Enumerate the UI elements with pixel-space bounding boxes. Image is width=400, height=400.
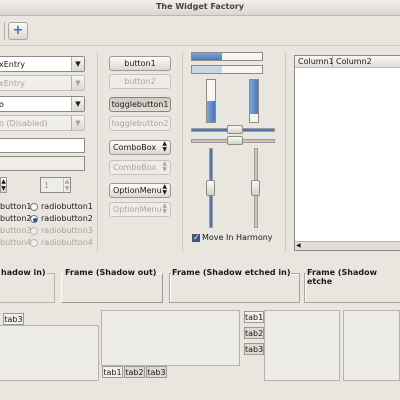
combo-box-disabled-text: o (Disabled) — [0, 119, 48, 128]
optionmenu-1[interactable]: OptionMenu ▲ ▼ — [109, 183, 171, 198]
updown-icon: ▲ ▼ — [162, 183, 167, 196]
check-label-3: button3 — [0, 226, 32, 235]
radio-label-4: radiobutton4 — [41, 238, 93, 247]
window-title: The Widget Factory — [155, 2, 245, 11]
combo-box[interactable]: o ▼ — [0, 96, 85, 112]
combo-entry-disabled: xEntry ▼ — [0, 75, 85, 91]
column-separator-2 — [182, 52, 183, 252]
column-header-2[interactable]: Column2 — [333, 56, 400, 68]
nb2-tab3[interactable]: tab3 — [146, 366, 167, 378]
checkmark-icon: ✓ — [193, 233, 200, 242]
column-separator-3 — [285, 52, 286, 252]
radio-1[interactable] — [30, 203, 38, 211]
radio-label-3: radiobutton3 — [41, 226, 93, 235]
check-label-2: button2 — [0, 214, 32, 223]
add-button[interactable]: + — [8, 22, 28, 40]
column-header-1[interactable]: Column1 — [295, 56, 334, 68]
combo-entry-text: xEntry — [0, 60, 26, 69]
vscale-1-slider[interactable] — [206, 180, 215, 196]
frame-shadow-etched-out-label: Frame (Shadow etche — [306, 268, 400, 286]
updown-icon: ▲ ▼ — [162, 160, 167, 173]
combobox-button-1-label: ComboBox — [113, 143, 157, 152]
nb1-tab3[interactable]: tab3 — [3, 313, 24, 325]
frame-shadow-out-label: Frame (Shadow out) — [64, 268, 158, 277]
column-separator-1 — [97, 52, 98, 252]
frame-shadow-etched-in-label: Frame (Shadow etched in) — [171, 268, 292, 277]
notebook-2 — [101, 310, 240, 366]
nb3-tab2[interactable]: tab2 — [244, 327, 264, 339]
harmony-label[interactable]: Move In Harmony — [202, 233, 273, 242]
nb2-tab1[interactable]: tab1 — [102, 366, 123, 378]
combo-box-text: o — [0, 100, 4, 109]
spin-button-arrows[interactable]: ▲ ▼ — [0, 177, 7, 193]
nb3-tab1[interactable]: tab1 — [244, 311, 264, 323]
hscale-1-slider[interactable] — [227, 125, 243, 134]
nb3-tab3[interactable]: tab3 — [244, 343, 264, 355]
scroll-left-icon[interactable]: ◀ — [296, 242, 301, 250]
notebook-4 — [343, 310, 400, 381]
frame-shadow-etched-in — [169, 273, 300, 303]
combo-box-disabled: o (Disabled) ▼ — [0, 115, 85, 131]
updown-icon: ▲ ▼ — [162, 202, 167, 215]
optionmenu-1-label: OptionMenu — [113, 186, 162, 195]
spin-button-disabled: 1 ▲ ▼ — [40, 177, 71, 193]
combobox-button-2: ComboBox ▲ ▼ — [109, 160, 171, 175]
hprogress-2 — [191, 65, 263, 74]
radio-2[interactable] — [30, 215, 38, 223]
notebook-3 — [264, 310, 340, 381]
radio-3 — [30, 227, 38, 235]
hprogress-1-fill — [192, 53, 223, 60]
harmony-checkbox[interactable]: ✓ — [192, 233, 200, 242]
radio-4 — [30, 239, 38, 247]
tree-view[interactable]: Column1 Column2 ◀ — [294, 55, 400, 251]
radio-label-2[interactable]: radiobutton2 — [41, 214, 93, 223]
spin-button-value: 1 — [44, 181, 50, 190]
frame-shadow-out — [61, 273, 163, 303]
vprogress-1 — [206, 79, 216, 123]
radio-label-1[interactable]: radiobutton1 — [41, 202, 93, 211]
vprogress-2 — [249, 79, 259, 123]
add-icon: + — [12, 23, 24, 38]
combo-entry-disabled-text: xEntry — [0, 79, 26, 88]
togglebutton2: togglebutton2 — [109, 116, 171, 131]
check-label-1: button1 — [0, 202, 32, 211]
button1[interactable]: button1 — [109, 56, 171, 71]
optionmenu-2-label: OptionMenu — [113, 205, 162, 214]
notebook-1 — [0, 325, 99, 381]
check-label-4: button4 — [0, 238, 32, 247]
chevron-down-icon[interactable]: ▼ — [71, 97, 84, 111]
updown-icon: ▲ ▼ — [162, 140, 167, 153]
combobox-button-2-label: ComboBox — [113, 163, 157, 172]
hscale-2-slider[interactable] — [227, 136, 243, 145]
toolbar: + — [0, 16, 400, 46]
title-bar: The Widget Factory — [0, 0, 400, 16]
hprogress-2-fill — [192, 66, 223, 73]
spin-arrows-icon: ▲ ▼ — [63, 178, 70, 192]
frame-shadow-in — [0, 273, 55, 303]
combobox-button-1[interactable]: ComboBox ▲ ▼ — [109, 140, 171, 155]
chevron-down-icon: ▼ — [71, 116, 84, 130]
hprogress-1 — [191, 52, 263, 61]
horizontal-scrollbar[interactable]: ◀ — [295, 241, 400, 250]
vprogress-1-fill — [207, 101, 215, 122]
vprogress-2-fill — [250, 80, 258, 114]
nb2-tab2[interactable]: tab2 — [124, 366, 145, 378]
chevron-down-icon[interactable]: ▼ — [71, 57, 84, 71]
toolbar-separator — [4, 22, 5, 40]
frame-shadow-in-label: hadow in) — [0, 268, 47, 277]
vscale-2-slider[interactable] — [251, 180, 260, 196]
togglebutton1[interactable]: togglebutton1 — [109, 97, 171, 112]
text-entry[interactable] — [0, 138, 85, 153]
optionmenu-2: OptionMenu ▲ ▼ — [109, 202, 171, 217]
chevron-down-icon: ▼ — [71, 76, 84, 90]
combo-entry[interactable]: xEntry ▼ — [0, 56, 85, 72]
text-entry-disabled — [0, 156, 85, 171]
button2: button2 — [109, 74, 171, 89]
